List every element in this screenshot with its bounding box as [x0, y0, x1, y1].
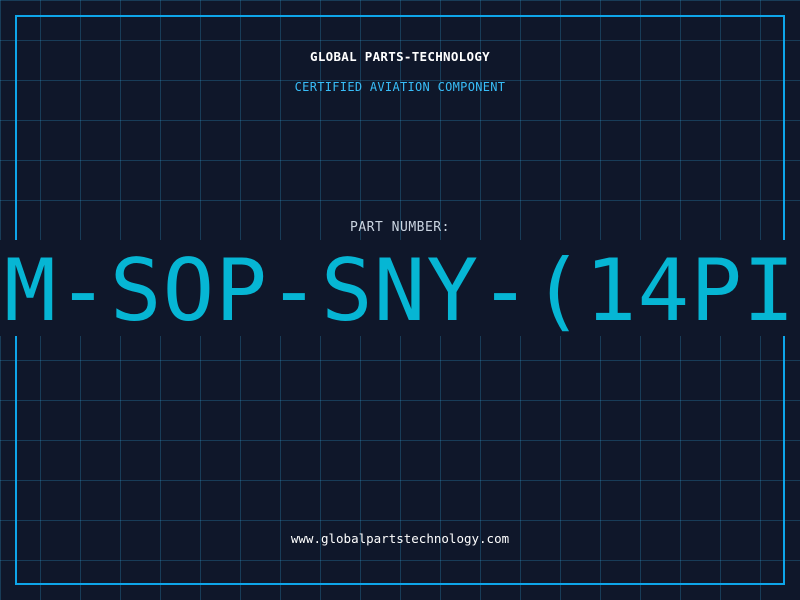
part-number-value: B7M-SOP-SNY-(14PIN) — [0, 241, 800, 336]
part-number-band: B7M-SOP-SNY-(14PIN) — [0, 240, 800, 336]
part-number-label: PART NUMBER: — [350, 220, 450, 235]
part-label-card: GLOBAL PARTS-TECHNOLOGY CERTIFIED AVIATI… — [0, 0, 800, 600]
company-name: GLOBAL PARTS-TECHNOLOGY — [310, 49, 490, 64]
certification-tagline: CERTIFIED AVIATION COMPONENT — [294, 80, 506, 94]
website-url: www.globalpartstechnology.com — [290, 531, 510, 546]
